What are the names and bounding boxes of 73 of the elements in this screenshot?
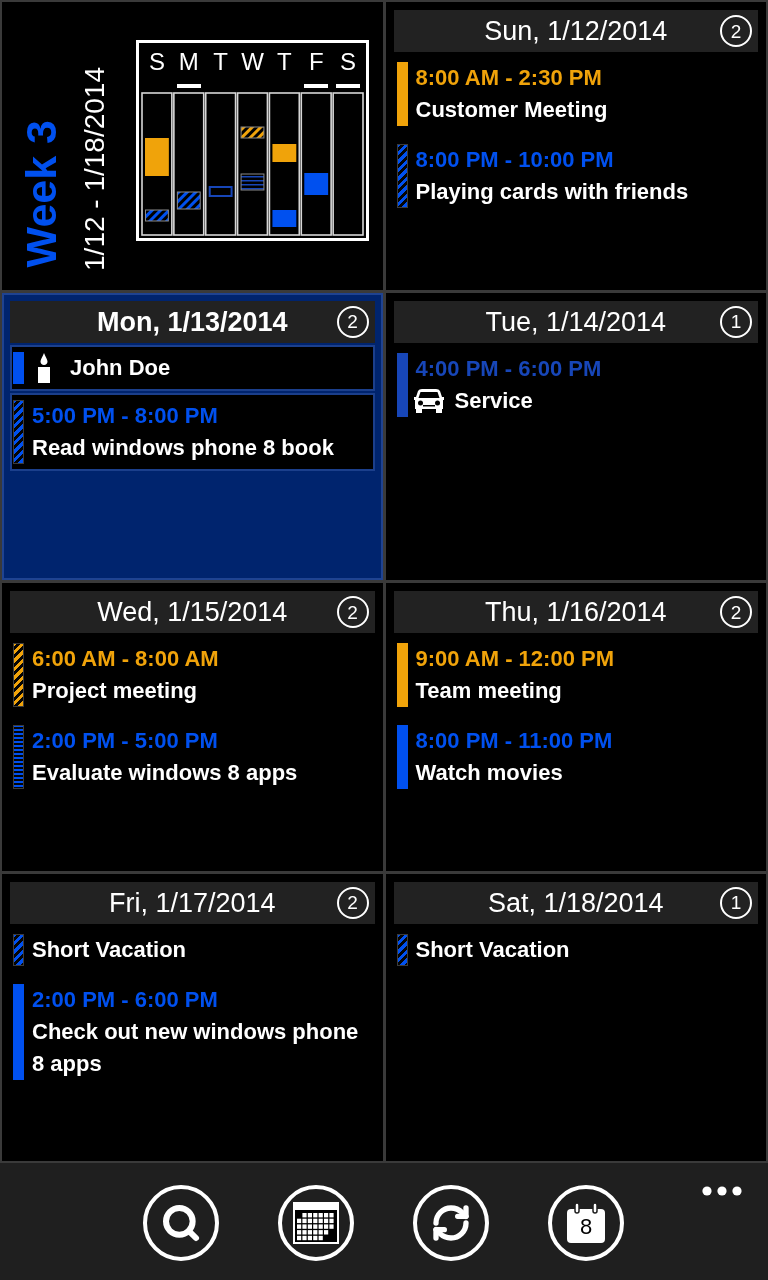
- day-tile[interactable]: Thu, 1/16/2014 2 9:00 AM - 12:00 PM Team meeting 8:00 PM - 11:00 PM Watch movies: [385, 583, 766, 871]
- event-count: 2: [336, 886, 369, 919]
- more-button[interactable]: [700, 1184, 744, 1198]
- event-block: [176, 191, 201, 209]
- day-title: Wed, 1/15/2014: [97, 596, 288, 628]
- event-title: Team meeting: [415, 677, 562, 705]
- weekday-letter: S: [340, 46, 357, 77]
- day-tile[interactable]: Sun, 1/12/2014 2 8:00 AM - 2:30 PM Customer Meeting 8:00 PM - 10:00 PM Playing cards with friends: [385, 2, 766, 290]
- event-card[interactable]: 5:00 PM - 8:00 PM Read windows phone 8 book: [10, 392, 375, 471]
- candle-icon: [37, 352, 51, 383]
- month-view-button[interactable]: [278, 1185, 354, 1261]
- more-icon: [702, 1186, 742, 1196]
- day-title: Sat, 1/18/2014: [487, 886, 664, 919]
- event-time: 9:00 AM - 12:00 PM: [415, 645, 614, 673]
- event-count: 2: [336, 305, 369, 338]
- event-title: Evaluate windows 8 apps: [32, 759, 298, 787]
- event-time: 4:00 PM - 6:00 PM: [415, 354, 602, 383]
- search-button[interactable]: [143, 1185, 219, 1261]
- today-button[interactable]: 8: [548, 1185, 624, 1261]
- event-title: Read windows phone 8 book: [32, 433, 334, 462]
- event-time: 8:00 PM - 11:00 PM: [415, 727, 613, 755]
- calendar-icon: [565, 1202, 607, 1244]
- event-title: Project meeting: [32, 677, 198, 705]
- event-block: [145, 209, 169, 221]
- day-title: Thu, 1/16/2014: [484, 596, 667, 628]
- day-tile[interactable]: Sat, 1/18/2014 1 Short Vacation: [385, 873, 766, 1161]
- event-time: 8:00 PM - 10:00 PM: [415, 146, 615, 174]
- day-title: Sun, 1/12/2014: [484, 15, 668, 47]
- event-count: 2: [720, 596, 752, 628]
- day-title: Fri, 1/17/2014: [108, 886, 276, 919]
- day-tile[interactable]: Mon, 1/13/2014 2 John Doe 5:00 PM - 8:00 PM Read windows phone 8 book: [2, 292, 383, 580]
- event-count: 2: [720, 15, 752, 47]
- event-title: Short Vacation: [415, 935, 570, 964]
- event-card[interactable]: John Doe: [10, 344, 375, 391]
- week-tile[interactable]: Week 3 1/12 - 1/18/2014 S M T W T F S: [2, 2, 383, 290]
- event-title: Short Vacation: [32, 935, 187, 964]
- event-title: Check out new windows phone 8 apps: [32, 1017, 360, 1078]
- event-block: [240, 126, 265, 138]
- event-time: 8:00 AM - 2:30 PM: [415, 64, 603, 92]
- weekday-letter: T: [213, 46, 228, 77]
- event-time: 5:00 PM - 8:00 PM: [32, 401, 219, 430]
- sync-button[interactable]: [413, 1185, 489, 1261]
- day-tile[interactable]: Fri, 1/17/2014 2 Short Vacation 2:00 PM - 6:00 PM Check out new windows phone 8 apps: [2, 873, 383, 1161]
- weekday-letter: M: [178, 46, 199, 77]
- event-time: 2:00 PM - 5:00 PM: [32, 727, 219, 755]
- event-block: [240, 173, 265, 190]
- event-count: 1: [720, 886, 752, 919]
- weekday-letter: S: [148, 46, 165, 77]
- day-tile[interactable]: Wed, 1/15/2014 2 6:00 AM - 8:00 AM Project meeting 2:00 PM - 5:00 PM Evaluate windows 8 apps: [2, 583, 383, 871]
- week-range: 1/12 - 1/18/2014: [79, 66, 111, 271]
- search-icon: [161, 1203, 201, 1243]
- car-icon: [412, 387, 445, 414]
- event-title: John Doe: [70, 353, 171, 382]
- event-title: Customer Meeting: [415, 96, 608, 124]
- day-title: Tue, 1/14/2014: [485, 305, 667, 338]
- event-block: [304, 172, 329, 195]
- event-title: Playing cards with friends: [415, 178, 689, 206]
- event-block: [145, 137, 169, 176]
- day-tile[interactable]: Tue, 1/14/2014 1 4:00 PM - 6:00 PM Service: [385, 292, 766, 580]
- event-time: 2:00 PM - 6:00 PM: [32, 985, 219, 1014]
- weekday-letter: F: [308, 46, 324, 77]
- month-calendar-icon: [293, 1202, 339, 1244]
- weekday-letter: T: [277, 46, 292, 77]
- weekday-letter: W: [241, 46, 264, 77]
- week-number: Week 3: [19, 120, 63, 268]
- event-count: 1: [720, 305, 752, 338]
- sync-icon: [431, 1203, 471, 1243]
- event-title: Service: [454, 386, 533, 415]
- event-time: 6:00 AM - 8:00 AM: [32, 645, 219, 673]
- event-title: Watch movies: [415, 759, 563, 787]
- event-block: [208, 185, 233, 197]
- day-title: Mon, 1/13/2014: [96, 305, 288, 338]
- event-count: 2: [336, 596, 369, 628]
